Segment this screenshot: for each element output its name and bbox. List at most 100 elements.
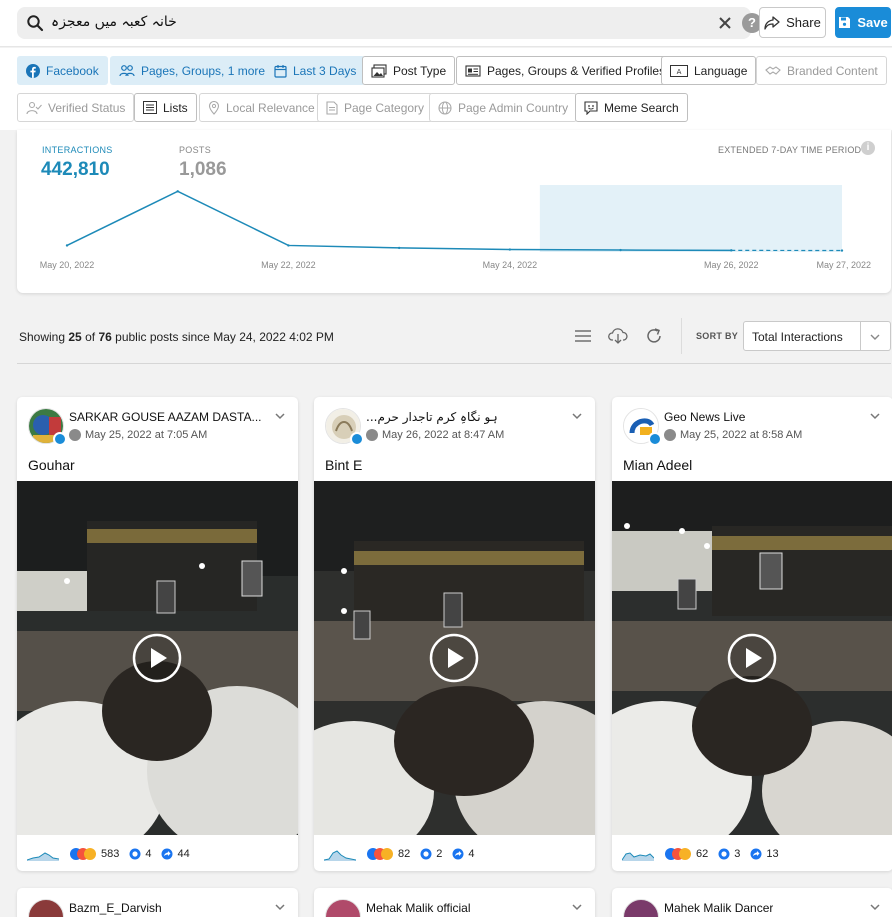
filter-bar: Facebook Pages, Groups, 1 more Last 3 Da…	[0, 48, 892, 130]
performance-sparkline-icon	[622, 852, 654, 861]
avatar[interactable]	[623, 899, 659, 917]
share-icon	[764, 15, 780, 30]
data-point[interactable]	[65, 244, 69, 247]
search-query[interactable]: خانہ کعبہ میں معجزہ	[51, 14, 177, 30]
highlight-period-band	[539, 185, 842, 252]
x-tick-label: May 27, 2022	[816, 260, 871, 270]
play-icon[interactable]	[132, 633, 182, 683]
reaction-count: 62	[696, 848, 709, 860]
post-card[interactable]: Mehak Malik official	[314, 888, 595, 917]
avatar[interactable]	[325, 899, 361, 917]
filter-page-admin-country[interactable]: Page Admin Country	[429, 93, 578, 122]
share-count-icon	[161, 848, 173, 860]
post-card[interactable]: Geo News Live May 25, 2022 at 8:58 AM Mi…	[612, 397, 892, 871]
share-label: Share	[786, 15, 821, 30]
filter-page-category[interactable]: Page Category	[317, 93, 434, 122]
data-point[interactable]	[287, 244, 290, 247]
search-icon	[27, 15, 44, 32]
comment-icon	[420, 848, 432, 860]
x-tick-label: May 20, 2022	[40, 260, 95, 270]
play-icon[interactable]	[429, 633, 479, 683]
post-author[interactable]: ...ہو نگاہِ کرم تاجدارِ حرم	[366, 410, 498, 424]
x-tick-label: May 26, 2022	[704, 260, 759, 270]
chevron-down-icon[interactable]	[868, 900, 882, 914]
refresh-icon[interactable]	[644, 326, 664, 346]
filter-local-relevance[interactable]: Local Relevance	[199, 93, 324, 122]
comment-count: 3	[734, 848, 741, 860]
post-date: May 25, 2022 at 7:05 AM	[85, 429, 208, 441]
download-icon[interactable]	[608, 326, 628, 346]
clear-search-icon[interactable]	[716, 14, 734, 32]
post-card[interactable]: Bazm_E_Darvish	[17, 888, 298, 917]
post-author[interactable]: Bazm_E_Darvish	[69, 901, 162, 915]
post-author[interactable]: Mehak Malik official	[366, 901, 470, 915]
search-box[interactable]: خانہ کعبہ میں معجزہ ?	[17, 7, 762, 39]
data-point[interactable]	[508, 248, 512, 251]
filter-branded-content[interactable]: Branded Content	[756, 56, 887, 85]
sort-select[interactable]: Total Interactions	[743, 321, 891, 351]
save-label: Save	[857, 15, 888, 30]
filter-language[interactable]: A Language	[661, 56, 757, 85]
post-author[interactable]: Mahek Malik Dancer	[664, 901, 773, 915]
chevron-down-icon[interactable]	[868, 409, 882, 423]
video-thumbnail[interactable]	[17, 481, 298, 835]
location-pin-icon	[208, 100, 220, 115]
filter-verified-status[interactable]: Verified Status	[17, 93, 135, 122]
play-icon[interactable]	[727, 633, 777, 683]
post-author[interactable]: SARKAR GOUSE AAZAM DASTA...	[69, 410, 262, 424]
post-stats: 583 4 44	[27, 845, 190, 863]
filter-meme-search[interactable]: Meme Search	[575, 93, 688, 122]
data-point[interactable]	[397, 246, 401, 250]
chevron-down-icon[interactable]	[273, 900, 287, 914]
facebook-icon	[26, 63, 40, 78]
sort-by-label: SORT BY	[696, 331, 739, 341]
summary-chart-card: INTERACTIONS 442,810 POSTS 1,086 EXTENDE…	[17, 130, 891, 293]
reactions-icon	[367, 848, 393, 860]
filter-timeframe[interactable]: Last 3 Days	[265, 56, 366, 85]
post-title: Mian Adeel	[623, 457, 693, 473]
facebook-icon	[69, 429, 81, 441]
performance-sparkline-icon	[324, 850, 356, 861]
results-summary: Showing 25 of 76 public posts since May …	[19, 330, 334, 344]
globe-icon	[438, 100, 452, 115]
post-date: May 25, 2022 at 8:58 AM	[680, 429, 803, 441]
chevron-down-icon[interactable]	[273, 409, 287, 423]
comment-icon	[718, 848, 730, 860]
post-card[interactable]: ...ہو نگاہِ کرم تاجدارِ حرم May 26, 2022…	[314, 397, 595, 871]
reactions-icon	[665, 848, 691, 860]
chevron-down-icon[interactable]	[570, 409, 584, 423]
x-tick-label: May 24, 2022	[483, 260, 538, 270]
filter-lists[interactable]: Lists	[134, 93, 197, 122]
filter-pages-groups-profiles[interactable]: Pages, Groups & Verified Profiles	[456, 56, 675, 85]
chevron-down-icon[interactable]	[570, 900, 584, 914]
post-card[interactable]: SARKAR GOUSE AAZAM DASTA... May 25, 2022…	[17, 397, 298, 871]
comment-count: 2	[436, 848, 443, 860]
list-view-icon[interactable]	[573, 326, 593, 346]
save-button[interactable]: Save	[835, 7, 891, 38]
comment-count: 4	[145, 848, 152, 860]
video-thumbnail[interactable]	[314, 481, 595, 835]
data-point[interactable]	[840, 249, 844, 252]
post-card[interactable]: Mahek Malik Dancer	[612, 888, 892, 917]
video-thumbnail[interactable]	[612, 481, 892, 835]
facebook-icon	[366, 429, 378, 441]
filter-post-type[interactable]: Post Type	[362, 56, 456, 85]
share-count-icon	[750, 848, 762, 860]
facebook-icon	[664, 429, 676, 441]
post-date: May 26, 2022 at 8:47 AM	[382, 429, 505, 441]
language-icon: A	[670, 64, 688, 77]
list-icon	[143, 101, 157, 114]
verified-user-icon	[26, 101, 42, 114]
filter-platform[interactable]: Facebook	[17, 56, 108, 85]
data-point[interactable]	[176, 190, 179, 193]
share-count: 4	[468, 848, 475, 860]
filter-account-types[interactable]: Pages, Groups, 1 more	[110, 56, 275, 85]
share-button[interactable]: Share	[759, 7, 826, 38]
data-point[interactable]	[619, 248, 622, 252]
verified-badge	[350, 432, 364, 446]
results-divider	[17, 363, 891, 364]
x-tick-label: May 22, 2022	[261, 260, 316, 270]
avatar[interactable]	[28, 899, 64, 917]
data-point[interactable]	[730, 249, 733, 252]
post-author[interactable]: Geo News Live	[664, 410, 745, 424]
